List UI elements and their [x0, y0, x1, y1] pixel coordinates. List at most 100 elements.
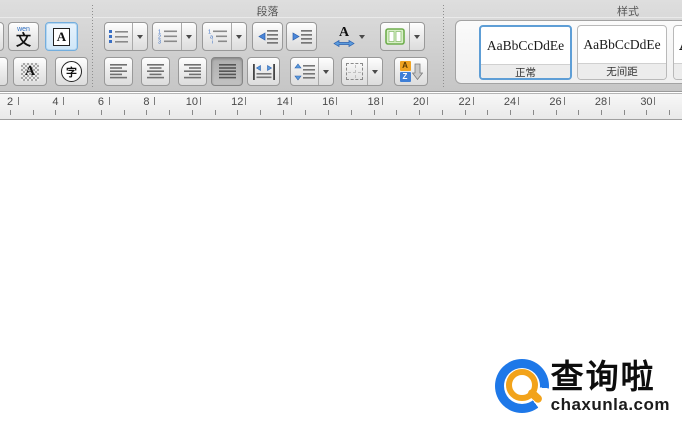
borders-dropdown[interactable]: [367, 58, 382, 85]
ruler-major-tick: [336, 97, 337, 105]
ribbon: wen 文 A A 字 段落: [0, 0, 682, 92]
increase-indent-icon: [291, 28, 313, 45]
increase-indent-button[interactable]: [286, 22, 317, 51]
columns-icon: [381, 23, 409, 50]
ruler-minor-tick: [237, 110, 238, 115]
cutoff-button-bottom-left[interactable]: [0, 57, 8, 86]
ruler-minor-tick: [55, 110, 56, 115]
sort-down-arrow-icon: [412, 63, 423, 81]
ruler-minor-tick: [305, 110, 306, 115]
scale-text-icon: A: [333, 26, 355, 48]
styles-gallery: AaBbCcDdEe 正常 AaBbCcDdEe 无间距 A: [455, 20, 682, 84]
style-card-no-spacing[interactable]: AaBbCcDdEe 无间距: [577, 25, 667, 80]
ruler-minor-tick: [419, 110, 420, 115]
align-right-button[interactable]: [178, 57, 207, 86]
phonetic-guide-button[interactable]: wen 文: [8, 22, 39, 51]
style-card-normal[interactable]: AaBbCcDdEe 正常: [479, 25, 572, 80]
align-left-button[interactable]: [104, 57, 133, 86]
ruler-minor-tick: [33, 110, 34, 115]
line-spacing-button[interactable]: [290, 57, 334, 86]
horizontal-arrows-icon: [333, 39, 355, 48]
ruler-minor-tick: [260, 110, 261, 115]
sort-letter-z: Z: [400, 72, 411, 82]
ruler-minor-tick: [328, 110, 329, 115]
style-card-label: 无间距: [578, 63, 666, 80]
bullets-dropdown[interactable]: [132, 23, 147, 50]
multilevel-list-dropdown[interactable]: [231, 23, 246, 50]
distribute-text-icon: [252, 63, 276, 81]
line-spacing-icon: [291, 58, 318, 85]
align-center-button[interactable]: [141, 57, 170, 86]
ruler-minor-tick: [510, 110, 511, 115]
distribute-text-button[interactable]: [247, 57, 280, 86]
scale-text-letter: A: [339, 26, 349, 39]
columns-button[interactable]: [380, 22, 425, 51]
document-canvas[interactable]: 查询啦 chaxunla.com: [0, 120, 682, 436]
phonetic-guide-icon: wen 文: [16, 27, 31, 47]
bullets-icon: [105, 23, 132, 50]
watermark-logo: 查询啦 chaxunla.com: [495, 359, 670, 414]
ruler-major-tick: [245, 97, 246, 105]
line-spacing-dropdown[interactable]: [318, 58, 333, 85]
ruler-minor-tick: [669, 110, 670, 115]
chevron-down-icon: [323, 70, 329, 74]
enclosed-character-icon: 字: [61, 61, 82, 82]
style-preview-text: AaBbCcDdEe: [481, 27, 570, 64]
ruler-minor-tick: [601, 110, 602, 115]
multilevel-list-button[interactable]: 1 a i: [202, 22, 247, 51]
magnifier-logo-icon: [495, 359, 549, 413]
ruler-minor-tick: [215, 110, 216, 115]
sort-icon: A Z: [400, 61, 423, 82]
sort-button[interactable]: A Z: [394, 57, 428, 86]
character-border-button[interactable]: A: [45, 22, 78, 51]
ruler-minor-tick: [169, 110, 170, 115]
ruler-major-tick: [109, 97, 110, 105]
ruler-minor-tick: [78, 110, 79, 115]
columns-dropdown[interactable]: [409, 23, 424, 50]
ruler-minor-tick: [10, 110, 11, 115]
ruler-minor-tick: [396, 110, 397, 115]
ruler-minor-tick: [124, 110, 125, 115]
paragraph-group-label: 段落: [92, 3, 443, 19]
align-right-icon: [183, 63, 202, 80]
borders-button[interactable]: [341, 57, 383, 86]
ruler-major-tick: [609, 97, 610, 105]
style-card-partial[interactable]: A: [673, 25, 682, 80]
scale-text-dropdown[interactable]: [359, 35, 365, 39]
sort-letter-a: A: [400, 61, 411, 71]
ruler-minor-tick: [442, 110, 443, 115]
ruler-major-tick: [18, 97, 19, 105]
watermark-brand-text: 查询啦: [551, 359, 670, 395]
ruler-minor-tick: [351, 110, 352, 115]
ruler-minor-tick: [556, 110, 557, 115]
styles-group-label: 样式: [604, 3, 652, 19]
decrease-indent-button[interactable]: [252, 22, 283, 51]
character-shading-icon: A: [21, 63, 39, 81]
ruler-minor-tick: [465, 110, 466, 115]
cutoff-button-top-left[interactable]: [0, 22, 4, 51]
chevron-down-icon: [236, 35, 242, 39]
phonetic-char-text: 文: [16, 33, 31, 47]
numbering-button[interactable]: 1 2 3: [152, 22, 197, 51]
chevron-down-icon: [372, 70, 378, 74]
character-shading-button[interactable]: A: [13, 57, 47, 86]
scale-text-button[interactable]: A: [326, 22, 372, 51]
numbering-icon: 1 2 3: [153, 23, 181, 50]
enclosed-character-button[interactable]: 字: [55, 57, 88, 86]
horizontal-ruler[interactable]: 24681012141618202224262830: [0, 93, 682, 120]
justify-button[interactable]: [211, 57, 243, 86]
align-left-icon: [109, 63, 128, 80]
ruler-major-tick: [564, 97, 565, 105]
chevron-down-icon: [414, 35, 420, 39]
chevron-down-icon: [137, 35, 143, 39]
ruler-major-tick: [654, 97, 655, 105]
svg-text:3: 3: [158, 40, 161, 46]
borders-icon: [342, 58, 367, 85]
bullets-button[interactable]: [104, 22, 148, 51]
multilevel-list-icon: 1 a i: [203, 23, 231, 50]
ruler-major-tick: [382, 97, 383, 105]
ruler-major-tick: [518, 97, 519, 105]
numbering-dropdown[interactable]: [181, 23, 196, 50]
ruler-minor-tick: [624, 110, 625, 115]
svg-text:i: i: [212, 40, 213, 46]
